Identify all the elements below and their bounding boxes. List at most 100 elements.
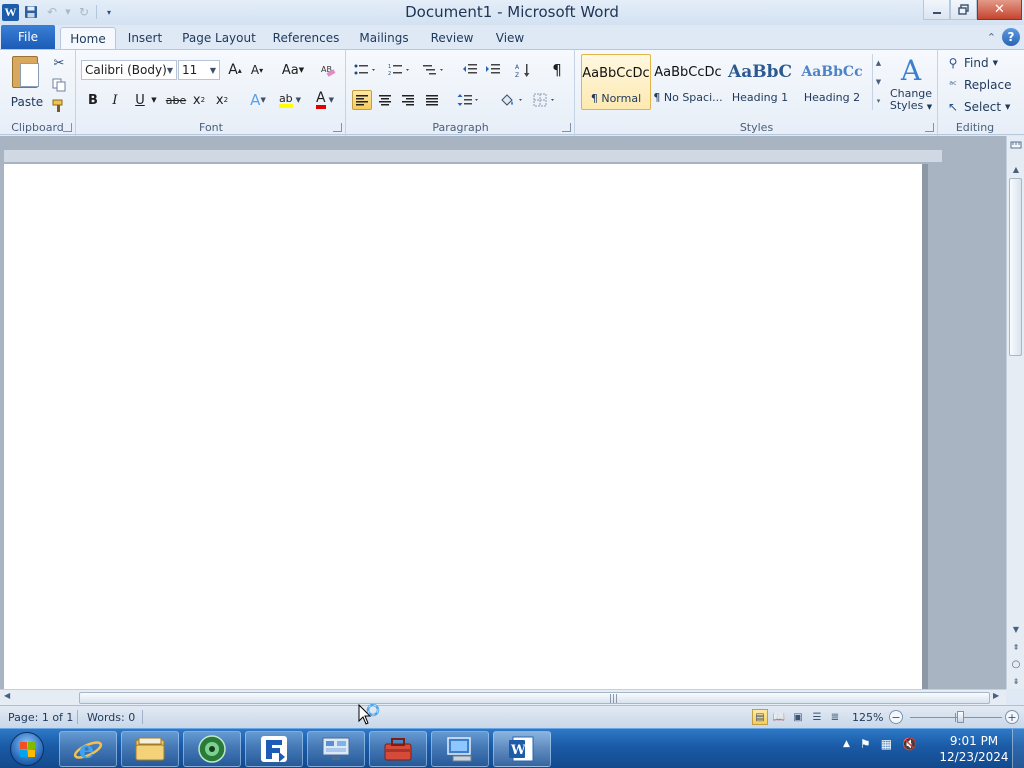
- word-count[interactable]: Words: 0: [87, 711, 135, 724]
- horizontal-scroll-thumb[interactable]: |||: [79, 692, 990, 704]
- start-button[interactable]: [4, 730, 50, 768]
- view-ruler-icon[interactable]: [1009, 138, 1023, 152]
- text-effects-button[interactable]: A ▼: [245, 90, 271, 110]
- font-color-button[interactable]: A ▼: [310, 90, 340, 110]
- strikethrough-button[interactable]: abe: [165, 90, 187, 110]
- gallery-more-icon[interactable]: ▾: [877, 97, 881, 105]
- format-painter-icon[interactable]: [50, 97, 68, 115]
- next-page-icon[interactable]: ⇟: [1009, 674, 1023, 688]
- action-center-flag-icon[interactable]: ⚑: [860, 737, 871, 751]
- tab-page-layout[interactable]: Page Layout: [180, 27, 258, 49]
- tab-insert[interactable]: Insert: [122, 27, 168, 49]
- select-button[interactable]: ↖ Select ▼: [946, 97, 1010, 117]
- replace-button[interactable]: ᵃᶜ Replace: [946, 75, 1011, 95]
- scroll-right-icon[interactable]: ▶: [993, 691, 999, 700]
- line-spacing-button[interactable]: [456, 90, 482, 110]
- style-heading-1[interactable]: AaBbC Heading 1: [725, 54, 795, 110]
- shading-button[interactable]: [498, 90, 526, 110]
- sort-icon[interactable]: AZ: [513, 60, 533, 80]
- zoom-out-icon[interactable]: −: [889, 710, 903, 724]
- clear-formatting-icon[interactable]: AB: [318, 60, 338, 80]
- taskbar-file-explorer[interactable]: [121, 731, 179, 767]
- numbering-button[interactable]: 12: [387, 60, 413, 80]
- tab-mailings[interactable]: Mailings: [354, 27, 414, 49]
- tab-file[interactable]: File: [1, 25, 55, 49]
- system-clock[interactable]: 9:01 PM 12/23/2024: [934, 733, 1014, 765]
- redo-icon[interactable]: ↻: [75, 3, 93, 21]
- network-icon[interactable]: ▦: [881, 737, 892, 751]
- draft-view-icon[interactable]: ≣: [827, 709, 843, 725]
- align-center-button[interactable]: [375, 90, 395, 110]
- show-hidden-icons-icon[interactable]: ▲: [843, 739, 850, 749]
- customize-qat-icon[interactable]: ▾: [100, 3, 118, 21]
- justify-button[interactable]: [422, 90, 442, 110]
- taskbar-remote-desktop[interactable]: [307, 731, 365, 767]
- bold-button[interactable]: B: [83, 90, 103, 110]
- underline-button[interactable]: U: [130, 90, 150, 110]
- subscript-button[interactable]: x2: [189, 90, 209, 110]
- save-icon[interactable]: [22, 3, 40, 21]
- align-left-button[interactable]: [352, 90, 372, 110]
- taskbar-app-f[interactable]: [245, 731, 303, 767]
- font-size-combo[interactable]: 11 ▼: [178, 60, 220, 80]
- bullets-button[interactable]: [353, 60, 379, 80]
- clipboard-launcher-icon[interactable]: [63, 123, 72, 132]
- minimize-ribbon-icon[interactable]: ⌃: [987, 31, 996, 44]
- grow-font-button[interactable]: A ▴: [225, 60, 245, 80]
- word-app-icon[interactable]: W: [2, 3, 19, 21]
- tab-review[interactable]: Review: [426, 27, 478, 49]
- increase-indent-icon[interactable]: [483, 60, 503, 80]
- scroll-left-icon[interactable]: ◀: [4, 691, 10, 700]
- tab-view[interactable]: View: [490, 27, 530, 49]
- tab-home[interactable]: Home: [60, 27, 116, 50]
- scroll-down-icon[interactable]: ▼: [1009, 622, 1023, 636]
- zoom-in-icon[interactable]: +: [1005, 710, 1019, 724]
- font-launcher-icon[interactable]: [333, 123, 342, 132]
- copy-icon[interactable]: [50, 76, 68, 94]
- undo-dropdown-icon[interactable]: ▼: [64, 3, 72, 21]
- minimize-button[interactable]: [923, 0, 950, 20]
- style-normal[interactable]: AaBbCcDc ¶ Normal: [581, 54, 651, 110]
- highlight-button[interactable]: ab ▼: [274, 90, 306, 110]
- borders-button[interactable]: [532, 90, 560, 110]
- paragraph-launcher-icon[interactable]: [562, 123, 571, 132]
- page-count[interactable]: Page: 1 of 1: [8, 711, 73, 724]
- italic-button[interactable]: I: [105, 90, 125, 110]
- scroll-up-icon[interactable]: ▲: [1009, 162, 1023, 176]
- taskbar-internet-explorer[interactable]: e: [59, 731, 117, 767]
- style-heading-2[interactable]: AaBbCc Heading 2: [797, 54, 867, 110]
- align-right-button[interactable]: [398, 90, 418, 110]
- vertical-scrollbar[interactable]: ▲ ▼ ⇞ ○ ⇟: [1006, 136, 1024, 689]
- outline-view-icon[interactable]: ☰: [809, 709, 825, 725]
- document-page[interactable]: [4, 164, 928, 694]
- style-no-spacing[interactable]: AaBbCcDc ¶ No Spaci...: [653, 54, 723, 110]
- underline-dropdown-icon[interactable]: ▼: [149, 90, 159, 110]
- undo-icon[interactable]: ↶: [43, 3, 61, 21]
- zoom-level[interactable]: 125%: [852, 711, 883, 724]
- vertical-scroll-thumb[interactable]: [1009, 178, 1022, 356]
- volume-muted-icon[interactable]: 🔇: [902, 737, 917, 751]
- shrink-font-button[interactable]: A ▾: [247, 60, 267, 80]
- change-styles-button[interactable]: A Change Styles ▼: [887, 54, 935, 114]
- show-desktop-button[interactable]: [1012, 729, 1024, 768]
- find-button[interactable]: ⚲ Find ▼: [946, 53, 998, 73]
- multilevel-list-button[interactable]: [421, 60, 447, 80]
- taskbar-computer[interactable]: [431, 731, 489, 767]
- cut-icon[interactable]: ✂: [50, 54, 68, 72]
- print-layout-view-icon[interactable]: ▤: [752, 709, 768, 725]
- superscript-button[interactable]: x2: [212, 90, 232, 110]
- tab-references[interactable]: References: [270, 27, 342, 49]
- change-case-button[interactable]: Aa ▼: [279, 60, 307, 80]
- gallery-up-icon[interactable]: ▲: [876, 59, 881, 67]
- decrease-indent-icon[interactable]: [460, 60, 480, 80]
- web-layout-icon[interactable]: ▣: [790, 709, 806, 725]
- taskbar-microsoft-word[interactable]: W: [493, 731, 551, 767]
- zoom-slider-thumb[interactable]: [956, 711, 964, 723]
- previous-page-icon[interactable]: ⇞: [1009, 640, 1023, 654]
- font-name-combo[interactable]: Calibri (Body) ▼: [81, 60, 177, 80]
- maximize-button[interactable]: [950, 0, 977, 20]
- horizontal-scrollbar[interactable]: ◀ ||| ▶: [0, 689, 1006, 705]
- gallery-down-icon[interactable]: ▼: [876, 78, 881, 86]
- help-icon[interactable]: ?: [1002, 28, 1020, 46]
- styles-launcher-icon[interactable]: [925, 123, 934, 132]
